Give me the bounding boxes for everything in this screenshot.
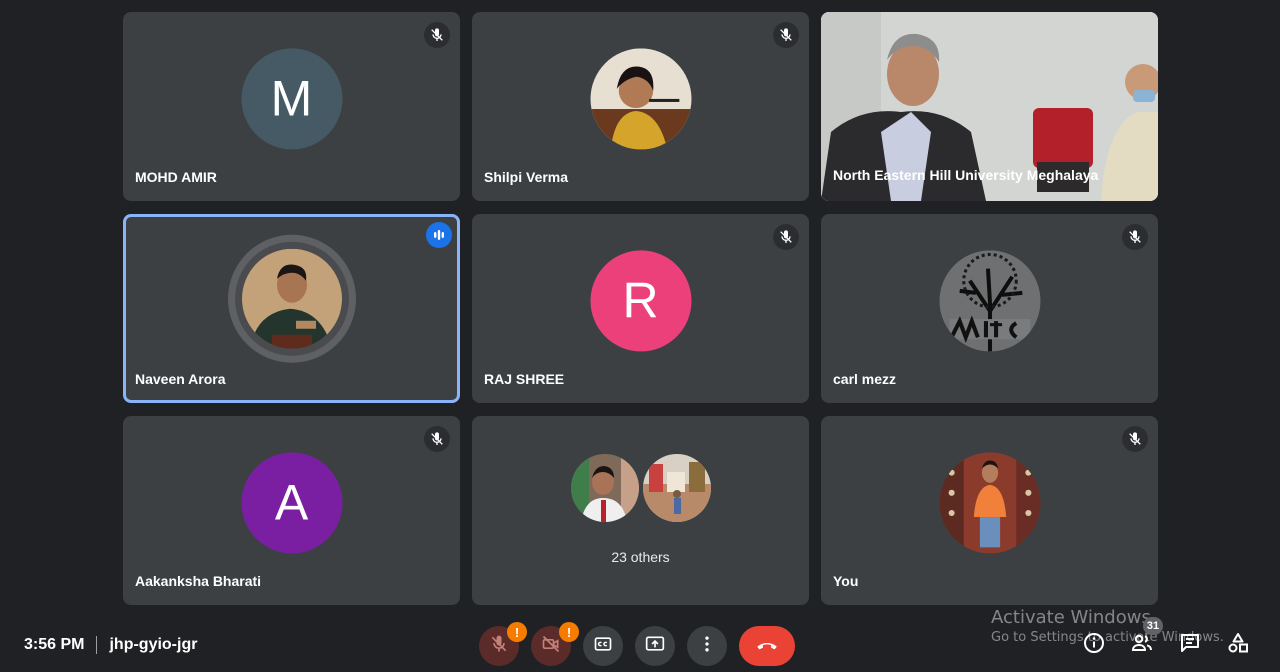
camera-toggle-button[interactable]: !: [531, 622, 579, 666]
avatar: [570, 454, 639, 522]
divider: [96, 636, 98, 654]
activities-button[interactable]: [1225, 632, 1251, 658]
captions-button[interactable]: [583, 626, 623, 666]
mic-off-icon: [773, 224, 799, 250]
end-call-icon: [754, 631, 780, 662]
present-screen-button[interactable]: [635, 626, 675, 666]
meeting-code[interactable]: jhp-gyio-jgr: [109, 636, 197, 654]
participant-name: RAJ SHREE: [484, 371, 565, 387]
meeting-time: 3:56 PM: [24, 636, 85, 653]
participant-name: You: [833, 573, 859, 589]
meeting-details-button[interactable]: [1081, 632, 1107, 658]
mic-off-icon: [424, 22, 450, 48]
meeting-info: 3:56 PM jhp-gyio-jgr: [24, 636, 197, 654]
closed-captions-icon: [593, 634, 613, 659]
speaking-indicator-icon: [426, 222, 452, 248]
people-button[interactable]: [1129, 632, 1155, 658]
avatar-ring: [227, 234, 356, 363]
avatar: A: [241, 451, 342, 553]
participant-tile-raj-shree[interactable]: R RAJ SHREE: [472, 214, 809, 403]
mic-off-icon: [424, 426, 450, 452]
more-options-button[interactable]: [687, 626, 727, 666]
mic-toggle-button[interactable]: !: [479, 622, 527, 666]
participant-tile-shilpi-verma[interactable]: Shilpi Verma: [472, 12, 809, 201]
participant-name: MOHD AMIR: [135, 169, 217, 185]
avatar: [939, 249, 1040, 351]
participant-tile-carl-mezz[interactable]: carl mezz: [821, 214, 1158, 403]
camera-warning-badge: !: [559, 622, 579, 642]
others-avatars: [570, 454, 711, 522]
participant-name: carl mezz: [833, 371, 897, 387]
participant-name: Shilpi Verma: [484, 169, 569, 185]
participant-tile-naveen-arora[interactable]: Naveen Arora: [123, 214, 460, 403]
avatar: [590, 47, 691, 149]
avatar: R: [590, 249, 691, 351]
avatar: [642, 454, 711, 522]
participant-tile-you[interactable]: You: [821, 416, 1158, 605]
participant-tile-aakanksha-bharati[interactable]: A Aakanksha Bharati: [123, 416, 460, 605]
others-count-label: 23 others: [611, 549, 670, 565]
mic-off-icon: [773, 22, 799, 48]
camera-off-icon: [541, 634, 561, 659]
avatar: [241, 248, 342, 349]
activities-shapes-icon: [1226, 631, 1250, 660]
chat-icon: [1178, 631, 1202, 660]
participant-tile-mohd-amir[interactable]: M MOHD AMIR: [123, 12, 460, 201]
mic-off-icon: [1122, 426, 1148, 452]
avatar: [939, 451, 1040, 553]
chat-button[interactable]: [1177, 632, 1203, 658]
participant-name: North Eastern Hill University Meghalaya: [833, 167, 1099, 183]
participant-count-badge: 31: [1143, 617, 1163, 635]
leave-call-button[interactable]: [739, 626, 795, 666]
participant-tile-nehu[interactable]: North Eastern Hill University Meghalaya: [821, 12, 1158, 201]
avatar: M: [241, 47, 342, 149]
mic-off-icon: [1122, 224, 1148, 250]
others-tile[interactable]: 23 others: [472, 416, 809, 605]
participant-name: Naveen Arora: [135, 371, 226, 387]
present-screen-icon: [645, 634, 665, 659]
watermark-title: Activate Windows: [991, 607, 1151, 628]
info-icon: [1082, 631, 1106, 660]
more-vert-icon: [697, 634, 717, 659]
mic-off-icon: [489, 634, 509, 659]
mic-warning-badge: !: [507, 622, 527, 642]
participant-name: Aakanksha Bharati: [135, 573, 262, 589]
